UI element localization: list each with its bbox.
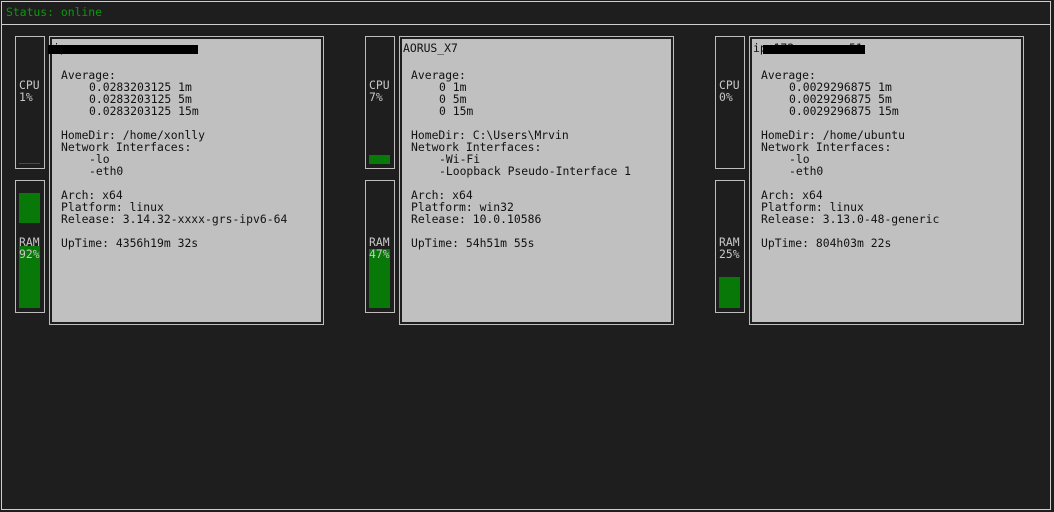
status-bar: Status: online [1,1,1051,25]
load-15m: 0.0283203125 15m [89,104,199,118]
ram-gauge-label: RAM 92% [19,235,40,261]
cpu-gauge-label: CPU 1% [19,78,40,104]
redaction-bar [763,45,865,54]
release: Release: 3.14.32-xxxx-grs-ipv6-64 [61,212,288,226]
ram-gauge: RAM 92% [15,180,45,313]
uptime: UpTime: 54h51m 55s [411,236,535,250]
host-card: CPU0% RAM25% ip-172-.. .. .51 Average: 0… [715,36,1027,326]
ram-gauge: RAM 47% [365,180,395,313]
hostname: AORUS_X7 [403,41,458,55]
uptime: UpTime: 4356h19m 32s [61,236,199,250]
interface-item: -eth0 [89,164,124,178]
cpu-gauge-fill [369,155,390,164]
interface-item: -Loopback Pseudo-Interface 1 [439,164,632,178]
cpu-gauge-label: CPU 7% [369,78,390,104]
cpu-gauge: CPU 0% [715,36,745,169]
network-interfaces-label: Network Interfaces: [761,140,892,154]
uptime: UpTime: 804h03m 22s [761,236,892,250]
ram-gauge-label: RAM 25% [719,235,740,261]
cpu-gauge: CPU 1% [15,36,45,169]
ram-gauge-fill [719,277,740,308]
host-info-panel: AORUS_X7 Average: 0 1m 0 5m 0 15m HomeDi… [399,36,674,325]
ram-gauge: RAM 25% [715,180,745,313]
release: Release: 3.13.0-48-generic [761,212,940,226]
cpu-gauge: CPU 7% [365,36,395,169]
cpu-gauge-fill [19,163,40,164]
host-card: CPU 7% RAM 47% AORUS_X7 Average: 0 1m 0 5m… [365,36,677,326]
host-info: Average: 0.0283203125 1m 0.0283203125 5m… [61,69,287,249]
load-15m: 0.0029296875 15m [789,104,899,118]
ram-gauge-label: RAM 47% [369,235,390,261]
interface-item: -lo [789,152,810,166]
interface-item: -eth0 [789,164,824,178]
host-info: Average: 0 1m 0 5m 0 15m HomeDir: C:\Use… [411,69,631,249]
status-text: Status: online [6,5,103,19]
host-card: CPU1% RAM92% ip-... .. .. ..u Average: 0… [15,36,327,326]
cpu-gauge-label: CPU 0% [719,78,740,104]
release: Release: 10.0.10586 [411,212,542,226]
host-info-panel: ip-... .. .. ..u Average: 0.0283203125 1… [48,36,324,325]
redaction-bar [48,45,198,54]
host-info: Average: 0.0029296875 1m 0.0029296875 5m… [761,69,939,249]
host-info-panel: ip-172-.. .. .51 Average: 0.0029296875 1… [749,36,1024,325]
load-15m: 0 15m [439,104,474,118]
